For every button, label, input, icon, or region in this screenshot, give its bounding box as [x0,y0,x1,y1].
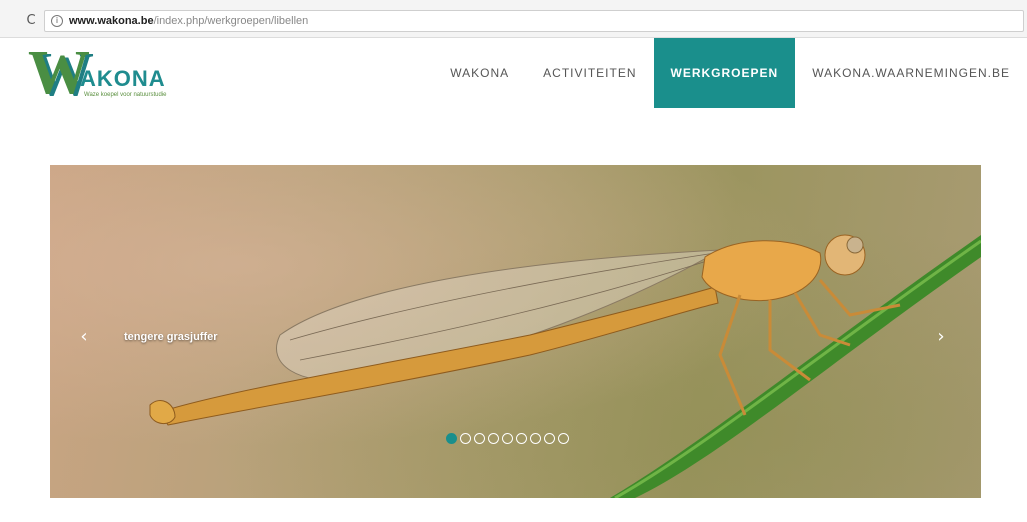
logo-letter: W [28,39,90,107]
site-header: W W AKONA Waze koepel voor natuurstudie … [0,38,1027,110]
nav-item-waarnemingen[interactable]: WAKONA.WAARNEMINGEN.BE [795,38,1027,108]
nav-item-activiteiten[interactable]: ACTIVITEITEN [526,38,653,108]
address-bar[interactable]: i www.wakona.be /index.php/werkgroepen/l… [44,10,1024,32]
slider-dot[interactable] [516,433,527,444]
browser-toolbar: C i www.wakona.be /index.php/werkgroepen… [0,0,1027,38]
slider-next-button[interactable]: › [931,327,951,347]
slider-dot[interactable] [502,433,513,444]
slider-indicators [446,433,569,444]
url-domain: www.wakona.be [69,15,154,27]
slider-dot[interactable] [460,433,471,444]
reload-icon[interactable]: C [22,12,40,30]
nav-item-wakona[interactable]: WAKONA [433,38,526,108]
image-slider: tengere grasjuffer ‹ › [50,165,981,498]
slider-dot[interactable] [446,433,457,444]
url-path: /index.php/werkgroepen/libellen [153,15,309,27]
slider-dot[interactable] [530,433,541,444]
slider-dot[interactable] [558,433,569,444]
slider-dot[interactable] [488,433,499,444]
site-logo[interactable]: W W AKONA Waze koepel voor natuurstudie [28,39,188,107]
slider-dot[interactable] [544,433,555,444]
info-icon[interactable]: i [51,15,63,27]
slide-caption: tengere grasjuffer [124,331,218,343]
slider-dot[interactable] [474,433,485,444]
nav-item-werkgroepen[interactable]: WERKGROEPEN [653,38,796,108]
slider-prev-button[interactable]: ‹ [74,327,94,347]
main-nav: WAKONA ACTIVITEITEN WERKGROEPEN WAKONA.W… [433,38,1027,108]
logo-tagline: Waze koepel voor natuurstudie [84,92,167,98]
logo-name: AKONA [80,66,166,91]
